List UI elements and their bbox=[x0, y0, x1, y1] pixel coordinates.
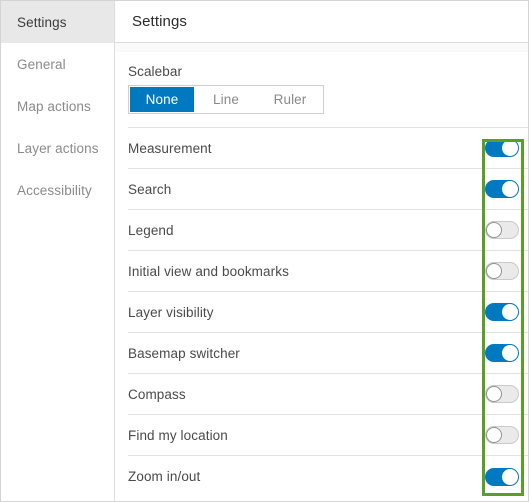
toggle-row-measurement: Measurement bbox=[128, 128, 528, 169]
sidebar-nav: Settings General Map actions Layer actio… bbox=[1, 1, 115, 501]
toggle-knob bbox=[502, 468, 518, 485]
toggle-compass[interactable] bbox=[485, 385, 519, 403]
toggle-row-search: Search bbox=[128, 169, 528, 210]
scalebar-option-none[interactable]: None bbox=[130, 87, 194, 112]
scalebar-option-line[interactable]: Line bbox=[194, 87, 258, 112]
content-header: Settings bbox=[115, 1, 528, 43]
toggle-layer-visibility[interactable] bbox=[485, 303, 519, 321]
toggle-row-zoom-in-out: Zoom in/out bbox=[128, 456, 528, 497]
segment-label: Ruler bbox=[273, 92, 307, 107]
toggle-row-label: Search bbox=[128, 181, 172, 197]
page-title: Settings bbox=[132, 13, 187, 30]
toggle-row-label: Initial view and bookmarks bbox=[128, 263, 289, 279]
toggle-row-legend: Legend bbox=[128, 210, 528, 251]
sidebar-item-label: Map actions bbox=[17, 98, 91, 114]
segment-label: None bbox=[145, 92, 179, 107]
toggle-row-label: Basemap switcher bbox=[128, 345, 240, 361]
toggle-initial-view-and-bookmarks[interactable] bbox=[485, 262, 519, 280]
segment-label: Line bbox=[213, 92, 239, 107]
toggle-row-label: Zoom in/out bbox=[128, 469, 201, 484]
main-content: Settings Scalebar None Line Ruler Measur… bbox=[115, 1, 528, 501]
toggle-row-label: Find my location bbox=[128, 427, 228, 443]
sidebar-item-layer-actions[interactable]: Layer actions bbox=[1, 127, 114, 169]
settings-form: Scalebar None Line Ruler Measurement Sea… bbox=[115, 52, 528, 497]
scalebar-label: Scalebar bbox=[128, 64, 183, 79]
toggle-knob bbox=[486, 263, 502, 279]
toggle-row-find-my-location: Find my location bbox=[128, 415, 528, 456]
sidebar-item-map-actions[interactable]: Map actions bbox=[1, 85, 114, 127]
toggle-row-compass: Compass bbox=[128, 374, 528, 415]
toggle-knob bbox=[502, 345, 518, 361]
toggle-knob bbox=[502, 304, 518, 320]
sidebar-item-settings[interactable]: Settings bbox=[1, 1, 114, 43]
sidebar-item-general[interactable]: General bbox=[1, 43, 114, 85]
toggle-measurement[interactable] bbox=[485, 139, 519, 157]
toggle-knob bbox=[486, 386, 502, 402]
widget-toggle-list: Measurement Search Legend Initial view a… bbox=[128, 127, 528, 497]
sidebar-item-label: Settings bbox=[17, 14, 67, 30]
toggle-knob bbox=[502, 140, 518, 156]
sidebar-item-accessibility[interactable]: Accessibility bbox=[1, 169, 114, 211]
settings-panel: Settings General Map actions Layer actio… bbox=[0, 0, 529, 502]
toggle-knob bbox=[502, 181, 518, 197]
toggle-row-layer-visibility: Layer visibility bbox=[128, 292, 528, 333]
sidebar-item-label: Layer actions bbox=[17, 140, 99, 156]
toggle-legend[interactable] bbox=[485, 221, 519, 239]
scalebar-segmented-control[interactable]: None Line Ruler bbox=[128, 85, 324, 114]
sidebar-item-label: General bbox=[17, 56, 66, 72]
toggle-row-label: Measurement bbox=[128, 140, 212, 156]
toggle-row-basemap-switcher: Basemap switcher bbox=[128, 333, 528, 374]
toggle-row-label: Layer visibility bbox=[128, 304, 214, 320]
sidebar-item-label: Accessibility bbox=[17, 182, 92, 198]
toggle-zoom-in-out[interactable] bbox=[485, 467, 519, 486]
header-spacer bbox=[115, 43, 528, 52]
toggle-row-label: Legend bbox=[128, 222, 174, 238]
toggle-search[interactable] bbox=[485, 180, 519, 198]
toggle-basemap-switcher[interactable] bbox=[485, 344, 519, 362]
toggle-find-my-location[interactable] bbox=[485, 426, 519, 444]
toggle-row-initial-view-and-bookmarks: Initial view and bookmarks bbox=[128, 251, 528, 292]
toggle-knob bbox=[486, 222, 502, 238]
toggle-knob bbox=[486, 427, 502, 443]
segmented-spacer bbox=[115, 114, 528, 127]
toggle-row-label: Compass bbox=[128, 386, 186, 402]
scalebar-option-ruler[interactable]: Ruler bbox=[258, 87, 322, 112]
